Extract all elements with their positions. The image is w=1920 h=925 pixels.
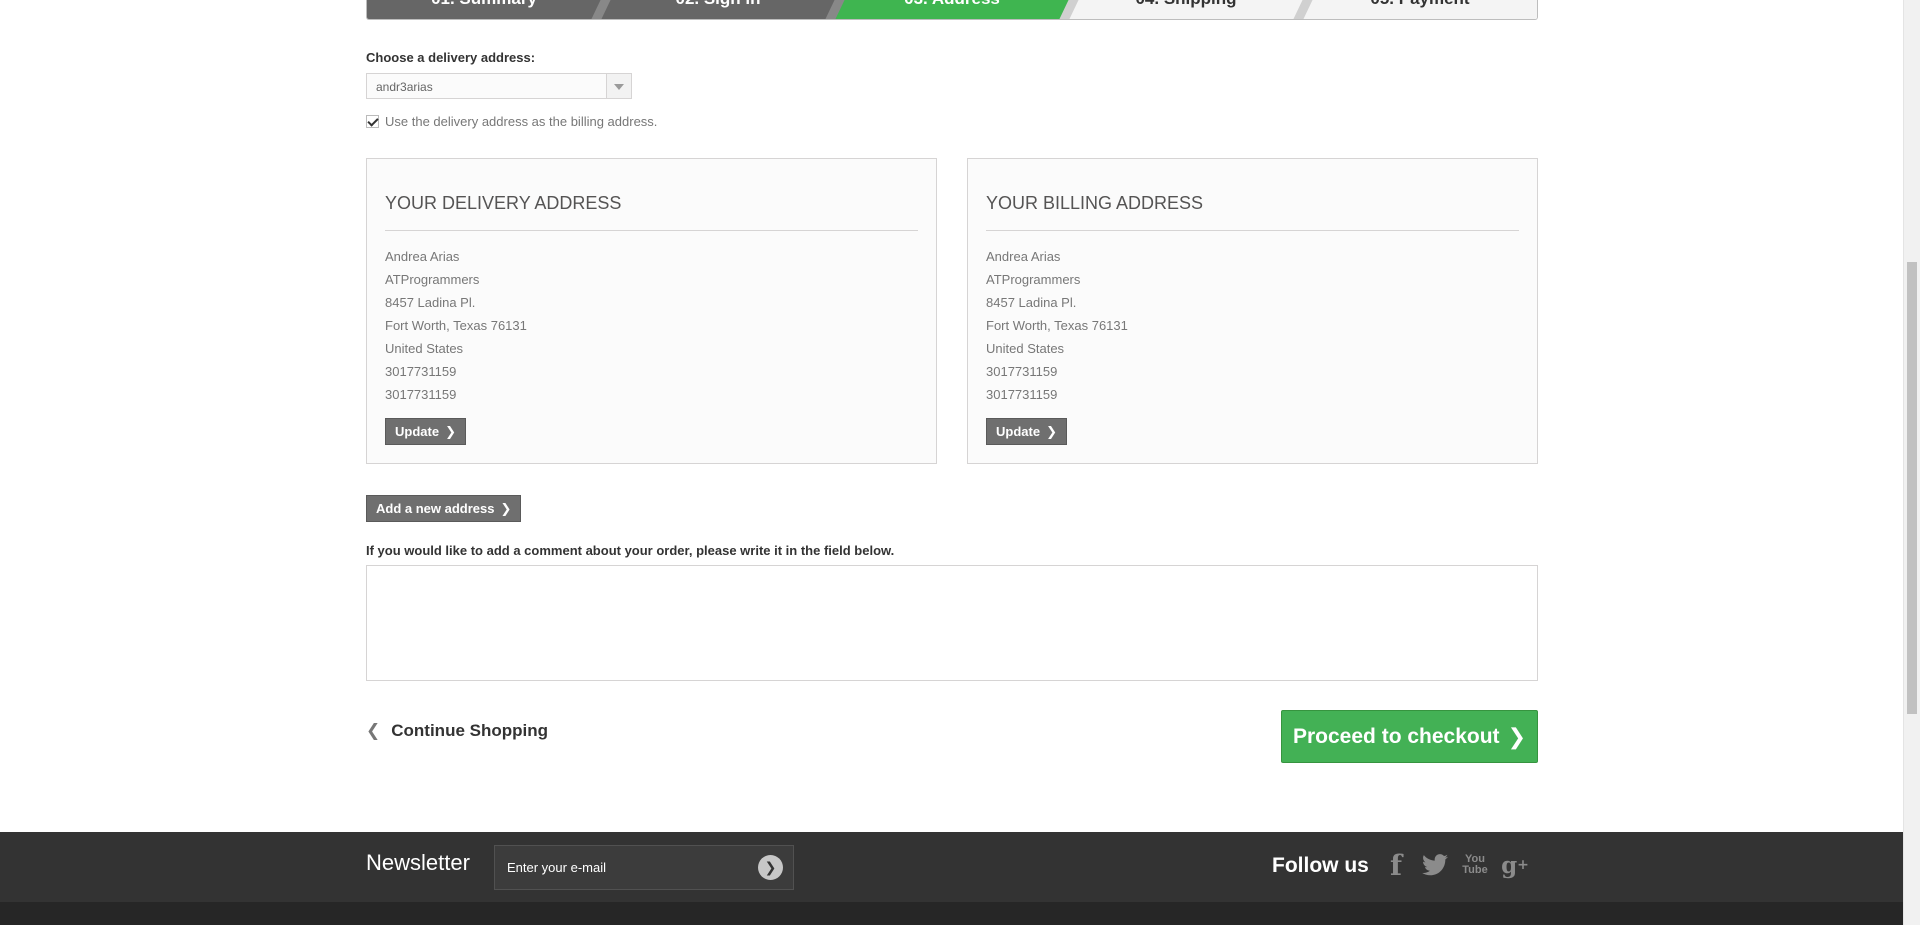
billing-address-title: YOUR BILLING ADDRESS	[986, 193, 1204, 213]
address-phone: 3017731159	[385, 364, 457, 379]
page-scrollbar[interactable]	[1903, 0, 1920, 925]
address-name: Andrea Arias	[385, 249, 460, 264]
step-payment: 05. Payment	[1303, 0, 1537, 19]
address-country: United States	[385, 341, 464, 356]
chevron-right-icon: ❯	[445, 423, 456, 439]
step-separator	[825, 0, 845, 19]
step-label: 05. Payment	[1370, 0, 1469, 9]
step-separator	[1293, 0, 1313, 19]
billing-address-box: YOUR BILLING ADDRESS Andrea Arias ATProg…	[967, 158, 1538, 464]
address-name: Andrea Arias	[986, 249, 1061, 264]
address-company: ATProgrammers	[385, 272, 480, 287]
select-value: andr3arias	[376, 80, 433, 94]
address-street: 8457 Ladina Pl.	[385, 295, 476, 310]
billing-address-lines: Andrea Arias ATProgrammers 8457 Ladina P…	[986, 245, 1128, 406]
button-label: Update	[395, 424, 440, 439]
add-new-address-button[interactable]: Add a new address ❯	[366, 495, 522, 522]
follow-us-title: Follow us	[1272, 854, 1369, 877]
chevron-right-icon: ❯	[1507, 723, 1526, 749]
divider	[986, 230, 1519, 231]
address-country: United States	[986, 341, 1065, 356]
address-street: 8457 Ladina Pl.	[986, 295, 1077, 310]
button-label: Add a new address	[376, 501, 495, 516]
delivery-address-title: YOUR DELIVERY ADDRESS	[385, 193, 622, 213]
divider	[385, 230, 918, 231]
proceed-to-checkout-button[interactable]: Proceed to checkout ❯	[1281, 710, 1538, 763]
facebook-icon[interactable]: f	[1381, 848, 1411, 882]
update-billing-button[interactable]: Update ❯	[986, 418, 1067, 445]
address-mobile: 3017731159	[986, 387, 1058, 402]
delivery-address-lines: Andrea Arias ATProgrammers 8457 Ladina P…	[385, 245, 527, 406]
youtube-icon-text: Tube	[1462, 864, 1488, 876]
step-address: 03. Address	[835, 0, 1079, 19]
step-separator	[591, 0, 611, 19]
youtube-icon[interactable]: You Tube	[1460, 848, 1490, 882]
google-plus-icon[interactable]: g +	[1500, 848, 1530, 882]
billing-same-label: Use the delivery address as the billing …	[385, 114, 658, 129]
checkout-steps: 01. Summary 02. Sign in 03. Address 04. …	[366, 0, 1538, 20]
address-company: ATProgrammers	[986, 272, 1081, 287]
submit-arrow-icon[interactable]: ❯	[758, 855, 783, 880]
continue-shopping-label: Continue Shopping	[391, 721, 548, 740]
address-phone: 3017731159	[986, 364, 1058, 379]
chevron-down-icon[interactable]	[606, 74, 631, 98]
order-comment-textarea[interactable]	[366, 565, 1538, 681]
choose-address-label: Choose a delivery address:	[366, 50, 536, 65]
billing-same-option[interactable]: Use the delivery address as the billing …	[366, 114, 657, 129]
button-label: Update	[996, 424, 1041, 439]
address-city: Fort Worth, Texas 76131	[385, 318, 527, 333]
step-label: 03. Address	[904, 0, 1000, 9]
scrollbar-thumb[interactable]	[1907, 262, 1917, 714]
address-mobile: 3017731159	[385, 387, 457, 402]
step-label: 02. Sign in	[675, 0, 760, 9]
newsletter-email-input[interactable]: Enter your e-mail ❯	[494, 845, 794, 890]
step-label: 01. Summary	[431, 0, 537, 9]
update-delivery-button[interactable]: Update ❯	[385, 418, 466, 445]
billing-same-checkbox[interactable]	[366, 115, 379, 128]
delivery-address-select[interactable]: andr3arias	[366, 73, 632, 99]
step-summary[interactable]: 01. Summary	[367, 0, 611, 19]
step-label: 04. Shipping	[1135, 0, 1236, 9]
step-shipping: 04. Shipping	[1069, 0, 1313, 19]
chevron-left-icon: ❮	[366, 721, 381, 740]
chevron-right-icon: ❯	[500, 500, 512, 516]
proceed-label: Proceed to checkout	[1293, 724, 1500, 748]
step-sign-in[interactable]: 02. Sign in	[601, 0, 845, 19]
delivery-address-box: YOUR DELIVERY ADDRESS Andrea Arias ATPro…	[366, 158, 937, 464]
step-separator	[1059, 0, 1079, 19]
address-city: Fort Worth, Texas 76131	[986, 318, 1128, 333]
footer-bottom-bar	[0, 902, 1903, 925]
twitter-icon[interactable]	[1420, 848, 1450, 882]
order-comment-label: If you would like to add a comment about…	[366, 543, 895, 558]
footer: Newsletter Enter your e-mail ❯ Follow us…	[0, 832, 1903, 925]
chevron-right-icon: ❯	[1046, 423, 1057, 439]
continue-shopping-link[interactable]: ❮ Continue Shopping	[366, 721, 548, 741]
newsletter-placeholder: Enter your e-mail	[507, 860, 606, 875]
newsletter-title: Newsletter	[366, 850, 470, 875]
